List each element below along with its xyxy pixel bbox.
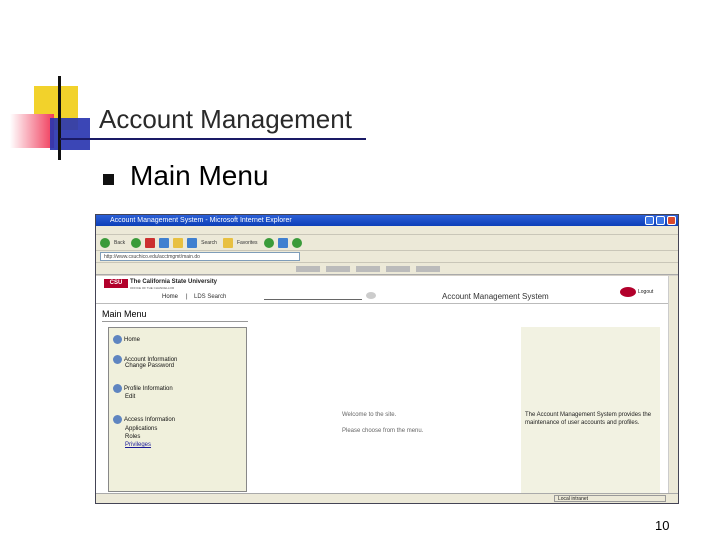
link-item[interactable] — [296, 265, 320, 272]
nav-item-label: Home — [124, 336, 141, 343]
nav-item-label: Account Information — [124, 356, 178, 363]
nav-sub-edit[interactable]: Edit — [125, 394, 135, 400]
title-rule — [60, 138, 366, 140]
links-bar — [96, 263, 678, 275]
status-zone: Local intranet — [554, 495, 666, 502]
history-icon[interactable] — [263, 237, 274, 248]
logout-label[interactable]: Logout — [638, 289, 653, 295]
nav-item-home[interactable]: Home — [113, 335, 140, 344]
profile-icon — [113, 384, 122, 393]
stop-icon[interactable] — [145, 237, 156, 248]
nav-item-profile-information[interactable]: Profile Information — [113, 384, 173, 393]
search-icon[interactable] — [187, 237, 198, 248]
favorites-label[interactable]: Favorites — [237, 240, 258, 246]
browser-toolbar: Back Search Favorites — [96, 235, 678, 251]
nav-separator: | — [186, 294, 188, 300]
university-name: The California State University — [130, 279, 218, 285]
minimize-button[interactable] — [645, 216, 654, 225]
home-icon[interactable] — [173, 237, 184, 248]
menu-divider — [102, 321, 248, 322]
deco-vertical-line — [58, 76, 61, 160]
logout-icon[interactable] — [620, 287, 636, 297]
choose-text: Please choose from the menu. — [342, 428, 424, 434]
account-icon — [113, 355, 122, 364]
deco-square-blue — [50, 118, 90, 150]
address-bar: http://www.csuchico.edu/acctmgmt/main.do — [96, 251, 678, 263]
link-item[interactable] — [356, 265, 380, 272]
csu-logo[interactable]: CSU — [104, 279, 128, 288]
nav-search-link[interactable]: LDS Search — [194, 294, 226, 300]
go-button[interactable] — [366, 292, 376, 299]
favorites-icon[interactable] — [222, 237, 233, 248]
header-divider — [96, 303, 670, 304]
nav-sub-roles[interactable]: Roles — [125, 434, 140, 440]
page-content: CSU The California State University OFFI… — [96, 276, 670, 495]
left-nav-panel: Home Account Information Change Password… — [108, 327, 247, 492]
search-label[interactable]: Search — [201, 240, 217, 246]
welcome-text: Welcome to the site. — [342, 412, 397, 418]
address-field[interactable]: http://www.csuchico.edu/acctmgmt/main.do — [100, 252, 300, 261]
status-bar: Local intranet — [96, 493, 678, 503]
link-item[interactable] — [326, 265, 350, 272]
nav-sub-change-password[interactable]: Change Password — [125, 363, 174, 369]
university-subtitle: OFFICE OF THE CHANCELLOR — [130, 286, 175, 290]
back-icon[interactable] — [100, 237, 110, 248]
deco-square-red — [10, 114, 54, 148]
print-icon[interactable] — [291, 237, 302, 248]
nav-item-label: Profile Information — [124, 385, 173, 392]
slide-heading: Main Menu — [130, 160, 269, 191]
link-item[interactable] — [386, 265, 410, 272]
main-menu-heading: Main Menu — [102, 309, 147, 319]
system-description: The Account Management System provides t… — [525, 412, 652, 426]
nav-sub-privileges[interactable]: Privileges — [125, 442, 151, 448]
home-icon — [113, 335, 122, 344]
nav-home-link[interactable]: Home — [162, 294, 178, 300]
slide-title: Account Management — [99, 104, 352, 134]
forward-icon[interactable] — [131, 237, 142, 248]
back-label[interactable]: Back — [114, 240, 125, 246]
maximize-button[interactable] — [656, 216, 665, 225]
refresh-icon[interactable] — [159, 237, 170, 248]
vertical-scrollbar[interactable] — [668, 276, 678, 495]
window-title: Account Management System - Microsoft In… — [110, 217, 292, 224]
bullet-square — [103, 174, 114, 185]
nav-item-access-information[interactable]: Access Information — [113, 415, 175, 424]
close-button[interactable] — [667, 216, 676, 225]
menu-bar — [96, 226, 678, 235]
link-item[interactable] — [416, 265, 440, 272]
right-info-panel: The Account Management System provides t… — [521, 327, 660, 493]
nav-item-label: Access Information — [124, 416, 176, 423]
nav-sub-applications[interactable]: Applications — [125, 426, 157, 432]
browser-titlebar: Account Management System - Microsoft In… — [96, 215, 678, 226]
mail-icon[interactable] — [277, 237, 288, 248]
system-title: Account Management System — [442, 292, 549, 301]
page-number: 10 — [655, 518, 670, 533]
access-icon — [113, 415, 122, 424]
search-input[interactable] — [264, 292, 362, 300]
window-controls — [645, 216, 676, 225]
slide: Account Management Main Menu Account Man… — [0, 0, 720, 540]
browser-window: Account Management System - Microsoft In… — [95, 214, 679, 504]
